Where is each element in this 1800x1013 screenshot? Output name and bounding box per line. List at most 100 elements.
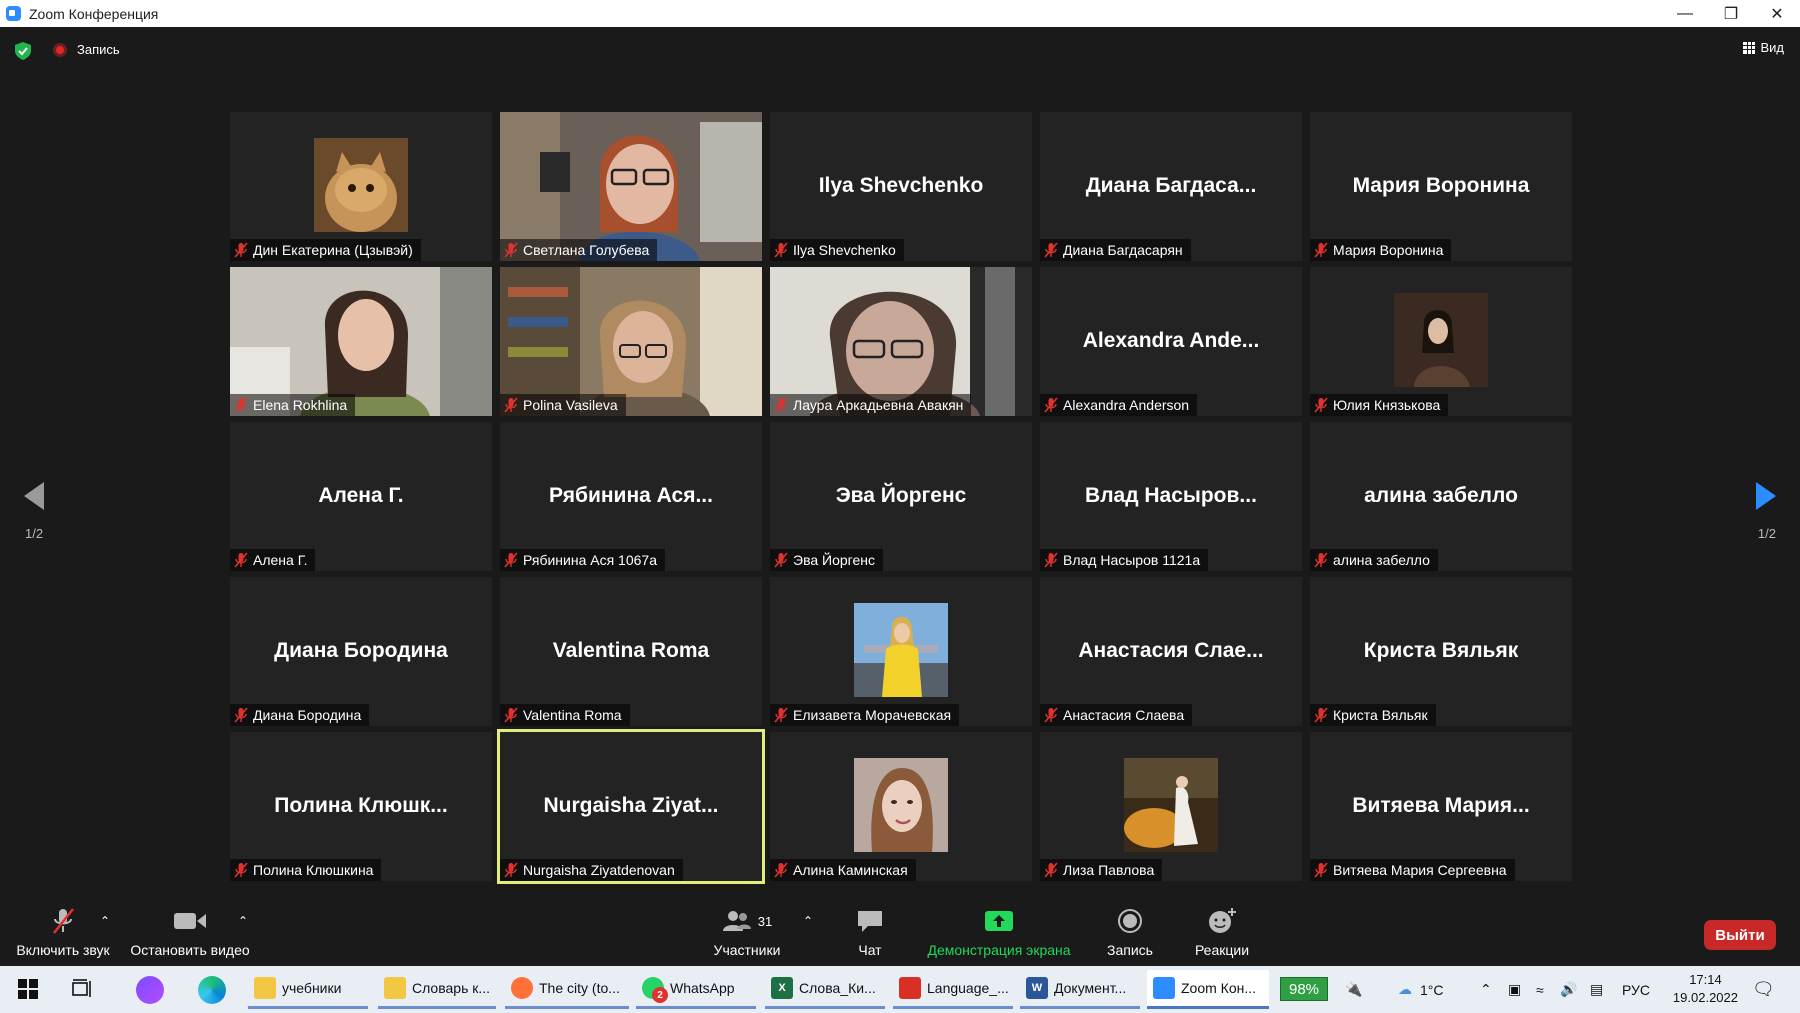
taskbar-app-item[interactable]: Словарь к... <box>378 970 496 1009</box>
participant-tile[interactable]: Nurgaisha Ziyat... Nurgaisha Ziyatdenovan <box>497 729 765 884</box>
participant-display-name: Анастасия Слае... <box>1078 639 1264 662</box>
leave-meeting-button[interactable]: Выйти <box>1704 920 1776 950</box>
restore-button[interactable]: ❐ <box>1708 0 1754 27</box>
battery-indicator[interactable]: 98% <box>1280 977 1328 1001</box>
chat-label: Чат <box>858 942 882 958</box>
microphone-muted-icon <box>774 862 788 878</box>
windows-taskbar: учебники Словарь к... The city (to... 2 What… <box>0 966 1800 1013</box>
firefox-icon <box>511 977 533 999</box>
view-label: Вид <box>1760 40 1784 55</box>
share-screen-button[interactable]: Демонстрация экрана <box>920 906 1078 958</box>
microphone-muted-icon <box>1314 862 1328 878</box>
microphone-muted-icon <box>1044 862 1058 878</box>
edge-browser-icon[interactable] <box>198 976 226 1004</box>
participant-tile[interactable]: Лиза Павлова <box>1040 732 1302 881</box>
taskbar-app-item[interactable]: Language_... <box>893 970 1013 1009</box>
page-indicator-left: 1/2 <box>25 526 44 541</box>
participant-tile[interactable]: Polina Vasileva <box>500 267 762 416</box>
participant-tile[interactable]: Дин Екатерина (Цзывэй) <box>230 112 492 261</box>
participant-tile[interactable]: Диана Бородина Диана Бородина <box>230 577 492 726</box>
zoom-app-icon <box>6 6 21 21</box>
participant-tile[interactable]: Alexandra Ande... Alexandra Anderson <box>1040 267 1302 416</box>
close-button[interactable]: ✕ <box>1754 0 1800 27</box>
taskbar-app-item[interactable]: W Документ... <box>1020 970 1140 1009</box>
participant-name: алина забелло <box>1333 552 1430 568</box>
participants-options-caret-icon[interactable]: ⌃ <box>803 914 813 928</box>
previous-page-arrow-icon[interactable] <box>20 478 50 514</box>
microphone-muted-icon <box>504 552 518 568</box>
minimize-button[interactable]: — <box>1662 0 1708 27</box>
reactions-emoji-icon <box>1209 908 1236 933</box>
microphone-muted-icon <box>504 242 518 258</box>
participant-tile[interactable]: Рябинина Ася... Рябинина Ася 1067а <box>500 422 762 571</box>
participant-tile[interactable]: Криста Вяльяк Криста Вяльяк <box>1310 577 1572 726</box>
taskbar-app-item[interactable]: The city (to... <box>505 970 629 1009</box>
participant-tile[interactable]: Valentina Roma Valentina Roma <box>500 577 762 726</box>
participant-name-label: Влад Насыров 1121а <box>1040 549 1209 571</box>
participant-name: Valentina Roma <box>523 707 622 723</box>
participant-tile[interactable]: Светлана Голубева <box>500 112 762 261</box>
participant-name: Алина Каминская <box>793 862 908 878</box>
participant-name: Витяева Мария Сергеевна <box>1333 862 1507 878</box>
participant-name: Диана Бородина <box>253 707 362 723</box>
whatsapp-icon: 2 <box>642 977 668 1003</box>
participant-name-label: Анастасия Слаева <box>1040 704 1193 726</box>
participant-tile[interactable]: Эва Йоргенс Эва Йоргенс <box>770 422 1032 571</box>
participant-display-name: алина забелло <box>1364 484 1518 507</box>
participant-tile[interactable]: Анастасия Слае... Анастасия Слаева <box>1040 577 1302 726</box>
security-shield-icon[interactable] <box>15 42 31 60</box>
participant-tile[interactable]: Мария Воронина Мария Воронина <box>1310 112 1572 261</box>
participant-name-label: Valentina Roma <box>500 704 630 726</box>
reactions-button[interactable]: Реакции <box>1188 906 1256 958</box>
participant-name: Светлана Голубева <box>523 242 650 258</box>
participant-tile[interactable]: Полина Клюшк... Полина Клюшкина <box>230 732 492 881</box>
participant-tile[interactable]: Елизавета Морачевская <box>770 577 1032 726</box>
participant-avatar <box>854 603 948 697</box>
device-icon[interactable]: ▣ <box>1508 966 1521 1013</box>
stop-video-label: Остановить видео <box>130 942 250 958</box>
view-button[interactable]: Вид <box>1743 40 1784 55</box>
microphone-muted-icon <box>234 242 248 258</box>
weather-widget[interactable]: ☁ 1°C <box>1398 966 1444 1013</box>
microphone-muted-icon <box>1044 397 1058 413</box>
participant-display-name: Рябинина Ася... <box>549 484 713 507</box>
record-button[interactable]: Запись <box>1100 906 1160 958</box>
participant-name: Лиза Павлова <box>1063 862 1155 878</box>
next-page-arrow-icon[interactable] <box>1750 478 1780 514</box>
windows-start-icon[interactable] <box>18 979 38 999</box>
task-view-icon[interactable] <box>72 979 94 999</box>
volume-icon[interactable]: 🔊 <box>1560 966 1577 1013</box>
participant-tile[interactable]: Витяева Мария... Витяева Мария Сергеевна <box>1310 732 1572 881</box>
participant-tile[interactable]: Лаура Аркадьевна Авакян <box>770 267 1032 416</box>
taskbar-clock[interactable]: 17:14 19.02.2022 <box>1673 971 1738 1007</box>
show-hidden-icons-chevron-icon[interactable]: ⌃ <box>1480 966 1492 1013</box>
participant-tile[interactable]: алина забелло алина забелло <box>1310 422 1572 571</box>
network-icon[interactable]: ▤ <box>1590 966 1603 1013</box>
taskbar-app-item[interactable]: X Слова_Ки... <box>765 970 885 1009</box>
video-options-caret-icon[interactable]: ⌃ <box>238 914 248 928</box>
audio-options-caret-icon[interactable]: ⌃ <box>100 914 110 928</box>
participant-tile[interactable]: Elena Rokhlina <box>230 267 492 416</box>
taskbar-app-item[interactable]: Zoom Кон... <box>1147 970 1269 1009</box>
taskbar-app-label: Zoom Кон... <box>1181 980 1257 996</box>
wifi-icon[interactable]: ≈ <box>1536 966 1544 1013</box>
participant-tile[interactable]: Алина Каминская <box>770 732 1032 881</box>
participant-tile[interactable]: Ilya Shevchenko Ilya Shevchenko <box>770 112 1032 261</box>
participant-tile[interactable]: Влад Насыров... Влад Насыров 1121а <box>1040 422 1302 571</box>
participant-name: Юлия Князькова <box>1333 397 1441 413</box>
alice-assistant-icon[interactable] <box>136 976 164 1004</box>
taskbar-app-item[interactable]: учебники <box>248 970 368 1009</box>
taskbar-app-item[interactable]: 2 WhatsApp <box>636 970 756 1009</box>
participant-tile[interactable]: Диана Багдаса... Диана Багдасарян <box>1040 112 1302 261</box>
language-indicator[interactable]: РУС <box>1622 966 1650 1013</box>
participant-tile[interactable]: Алена Г. Алена Г. <box>230 422 492 571</box>
participants-button[interactable]: 31 Участники <box>700 906 794 958</box>
participant-tile[interactable]: Юлия Князькова <box>1310 267 1572 416</box>
record-label: Запись <box>1107 942 1153 958</box>
microphone-muted-icon <box>1314 397 1328 413</box>
participant-display-name: Полина Клюшк... <box>274 794 448 817</box>
microphone-muted-icon <box>1314 242 1328 258</box>
stop-video-button[interactable]: Остановить видео <box>128 906 252 958</box>
chat-button[interactable]: Чат <box>840 906 900 958</box>
notifications-icon[interactable]: 🗨 <box>1752 966 1775 1013</box>
